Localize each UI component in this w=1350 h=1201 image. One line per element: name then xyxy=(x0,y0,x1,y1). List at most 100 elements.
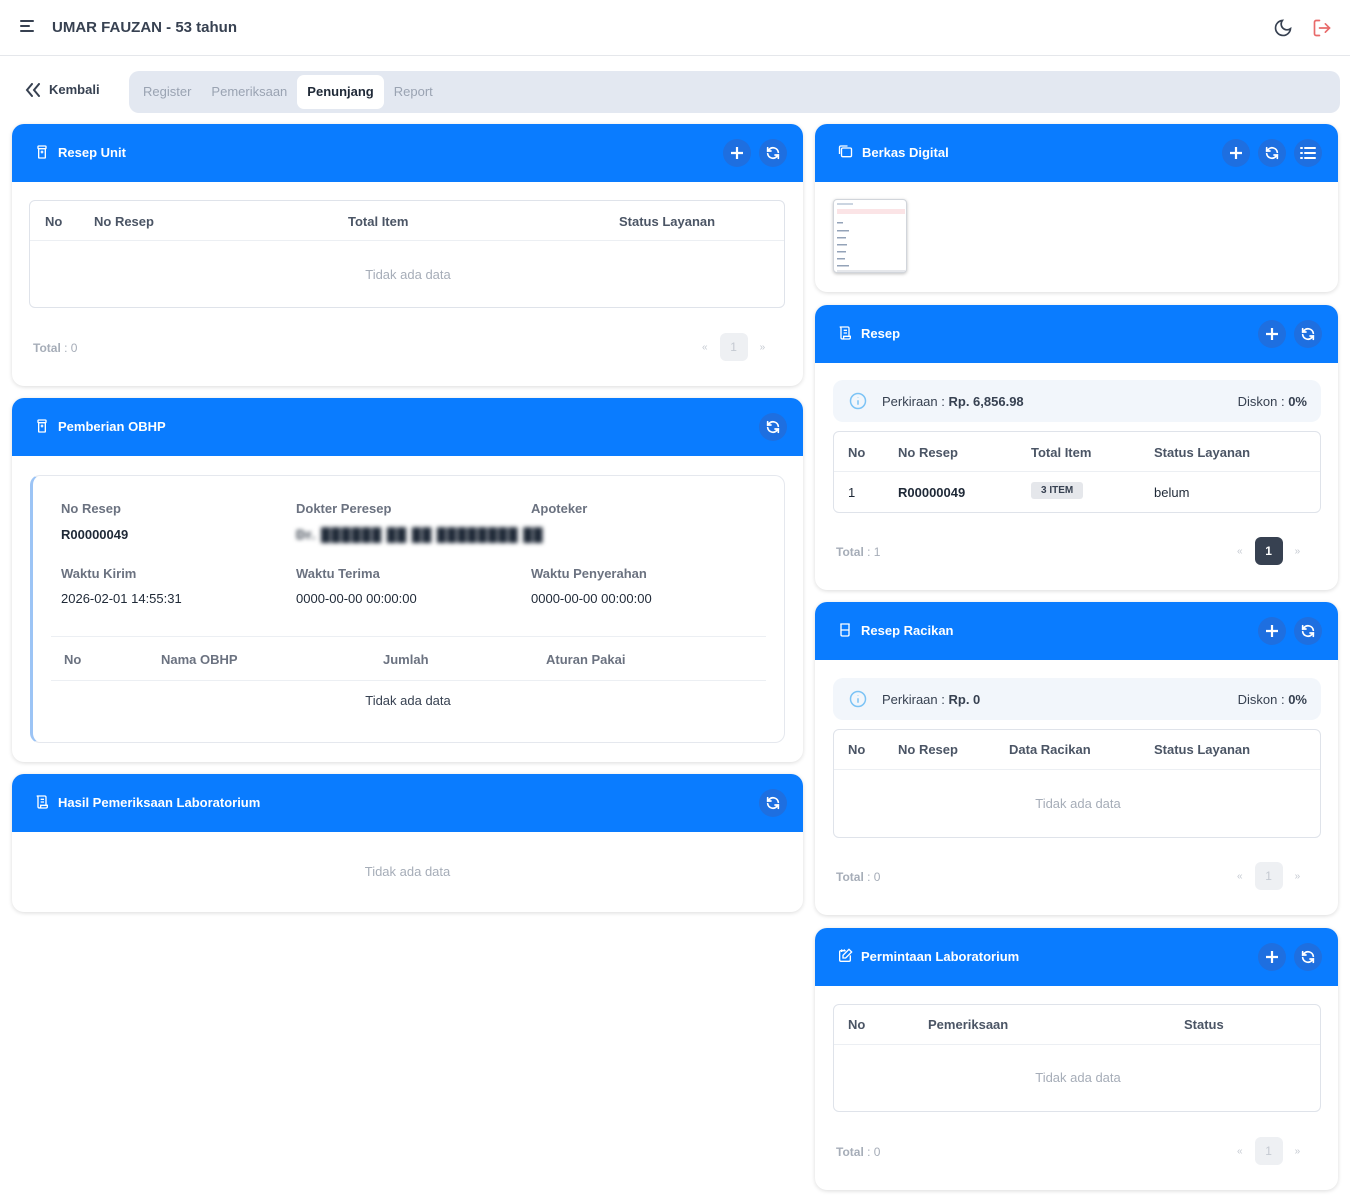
waktu-terima-label: Waktu Terima xyxy=(296,566,380,581)
perkiraan-value: Rp. 6,856.98 xyxy=(948,394,1024,409)
logout-icon[interactable] xyxy=(1312,18,1332,38)
table-row[interactable]: 1 R00000049 3 ITEM belum xyxy=(834,472,1320,512)
refresh-racikan-button[interactable] xyxy=(1294,617,1322,645)
column-header: No xyxy=(64,652,82,667)
next-page-button[interactable]: » xyxy=(1295,871,1301,882)
racikan-table: No No Resep Data Racikan Status Layanan … xyxy=(833,729,1321,838)
add-berkas-button[interactable] xyxy=(1222,139,1250,167)
add-resep-button[interactable] xyxy=(1258,320,1286,348)
refresh-icon xyxy=(1265,146,1279,160)
total-count: Total : 0 xyxy=(836,1145,881,1159)
prev-page-button[interactable]: « xyxy=(702,342,708,353)
tab-pemeriksaan[interactable]: Pemeriksaan xyxy=(201,75,297,109)
pagination: « 1 » xyxy=(1237,862,1300,890)
add-lab-request-button[interactable] xyxy=(1258,943,1286,971)
column-header: No xyxy=(848,445,866,460)
moon-icon[interactable] xyxy=(1273,18,1293,38)
prev-page-button[interactable]: « xyxy=(1237,546,1243,557)
page-button[interactable]: 1 xyxy=(1254,537,1283,565)
dokter-label: Dokter Peresep xyxy=(296,501,392,516)
prev-page-button[interactable]: « xyxy=(1237,1146,1243,1157)
empty-message: Tidak ada data xyxy=(1035,1070,1121,1085)
top-bar: UMAR FAUZAN - 53 tahun xyxy=(0,0,1350,56)
column-header: Status Layanan xyxy=(1154,445,1251,460)
column-header: No xyxy=(45,214,63,229)
tab-bar: Register Pemeriksaan Penunjang Report xyxy=(129,71,1340,113)
add-racikan-button[interactable] xyxy=(1258,617,1286,645)
row-no: 1 xyxy=(848,485,856,500)
obhp-card: Pemberian OBHP No Resep R00000049 Dokter… xyxy=(12,398,803,762)
estimate-bar: Perkiraan : Rp. 0 Diskon : 0% xyxy=(833,678,1321,720)
row-status: belum xyxy=(1154,485,1190,500)
plus-icon xyxy=(1266,625,1278,637)
lab-result-header: Hasil Pemeriksaan Laboratorium xyxy=(12,774,803,832)
back-button[interactable]: Kembali xyxy=(25,82,100,97)
column-header: Pemeriksaan xyxy=(928,1017,1009,1032)
perkiraan-label: Perkiraan : xyxy=(882,692,945,707)
edit-note-icon xyxy=(839,948,853,962)
lab-request-table: No Pemeriksaan Status Tidak ada data xyxy=(833,1004,1321,1112)
diskon-value: 0% xyxy=(1288,394,1307,409)
column-header: No Resep xyxy=(94,214,154,229)
refresh-lab-request-button[interactable] xyxy=(1294,943,1322,971)
obhp-detail: No Resep R00000049 Dokter Peresep Dr. ██… xyxy=(30,475,785,743)
column-header: No xyxy=(848,742,866,757)
page-button[interactable]: 1 xyxy=(719,333,748,361)
racikan-header: Resep Racikan xyxy=(815,602,1338,660)
berkas-digital-card: Berkas Digital xyxy=(815,124,1338,292)
refresh-lab-result-button[interactable] xyxy=(759,789,787,817)
add-resep-unit-button[interactable] xyxy=(723,139,751,167)
bottle-icon xyxy=(37,145,47,159)
resep-unit-title: Resep Unit xyxy=(58,144,126,160)
list-berkas-button[interactable] xyxy=(1294,139,1322,167)
no-resep-label: No Resep xyxy=(61,501,121,516)
info-icon xyxy=(849,690,867,708)
column-header: Total Item xyxy=(348,214,409,229)
berkas-header: Berkas Digital xyxy=(815,124,1338,182)
refresh-resep-unit-button[interactable] xyxy=(759,139,787,167)
page-button[interactable]: 1 xyxy=(1254,1137,1283,1165)
plus-icon xyxy=(1230,147,1242,159)
racikan-title: Resep Racikan xyxy=(861,622,954,638)
pagination: « 1 » xyxy=(1237,537,1300,565)
tab-report[interactable]: Report xyxy=(384,75,443,109)
total-item-badge: 3 ITEM xyxy=(1031,482,1084,499)
empty-message: Tidak ada data xyxy=(364,864,451,879)
refresh-berkas-button[interactable] xyxy=(1258,139,1286,167)
refresh-icon xyxy=(766,796,780,810)
resep-unit-card: Resep Unit No No Resep Total Item Status… xyxy=(12,124,803,386)
resep-unit-header: Resep Unit xyxy=(12,124,803,182)
no-resep-value: R00000049 xyxy=(61,527,129,542)
refresh-icon xyxy=(1301,624,1315,638)
column-header: Data Racikan xyxy=(1009,742,1091,757)
berkas-title: Berkas Digital xyxy=(862,144,949,160)
diskon-label: Diskon : xyxy=(1237,394,1285,409)
total-count: Total : 0 xyxy=(33,341,78,355)
waktu-penyerahan-value: 0000-00-00 00:00:00 xyxy=(531,591,652,606)
tab-register[interactable]: Register xyxy=(133,75,201,109)
tab-penunjang[interactable]: Penunjang xyxy=(297,75,384,109)
waktu-terima-value: 0000-00-00 00:00:00 xyxy=(296,591,417,606)
waktu-kirim-label: Waktu Kirim xyxy=(61,566,137,581)
refresh-obhp-button[interactable] xyxy=(759,413,787,441)
hamburger-menu-icon[interactable] xyxy=(20,20,36,36)
document-preview-icon xyxy=(837,203,905,272)
document-thumbnail[interactable] xyxy=(833,199,907,273)
column-header: Jumlah xyxy=(383,652,429,667)
column-header: Aturan Pakai xyxy=(546,652,626,667)
diskon-value: 0% xyxy=(1288,692,1307,707)
prev-page-button[interactable]: « xyxy=(1237,871,1243,882)
obhp-title: Pemberian OBHP xyxy=(58,418,166,434)
info-icon xyxy=(849,392,867,410)
plus-icon xyxy=(1266,328,1278,340)
next-page-button[interactable]: » xyxy=(1295,1146,1301,1157)
lab-request-header: Permintaan Laboratorium xyxy=(815,928,1338,986)
apoteker-label: Apoteker xyxy=(531,501,588,516)
next-page-button[interactable]: » xyxy=(1295,546,1301,557)
refresh-resep-button[interactable] xyxy=(1294,320,1322,348)
pagination: « 1 » xyxy=(702,333,765,361)
lab-request-card: Permintaan Laboratorium No Pemeriksaan S… xyxy=(815,928,1338,1190)
page-button[interactable]: 1 xyxy=(1254,862,1283,890)
column-header: Status Layanan xyxy=(619,214,716,229)
next-page-button[interactable]: » xyxy=(760,342,766,353)
